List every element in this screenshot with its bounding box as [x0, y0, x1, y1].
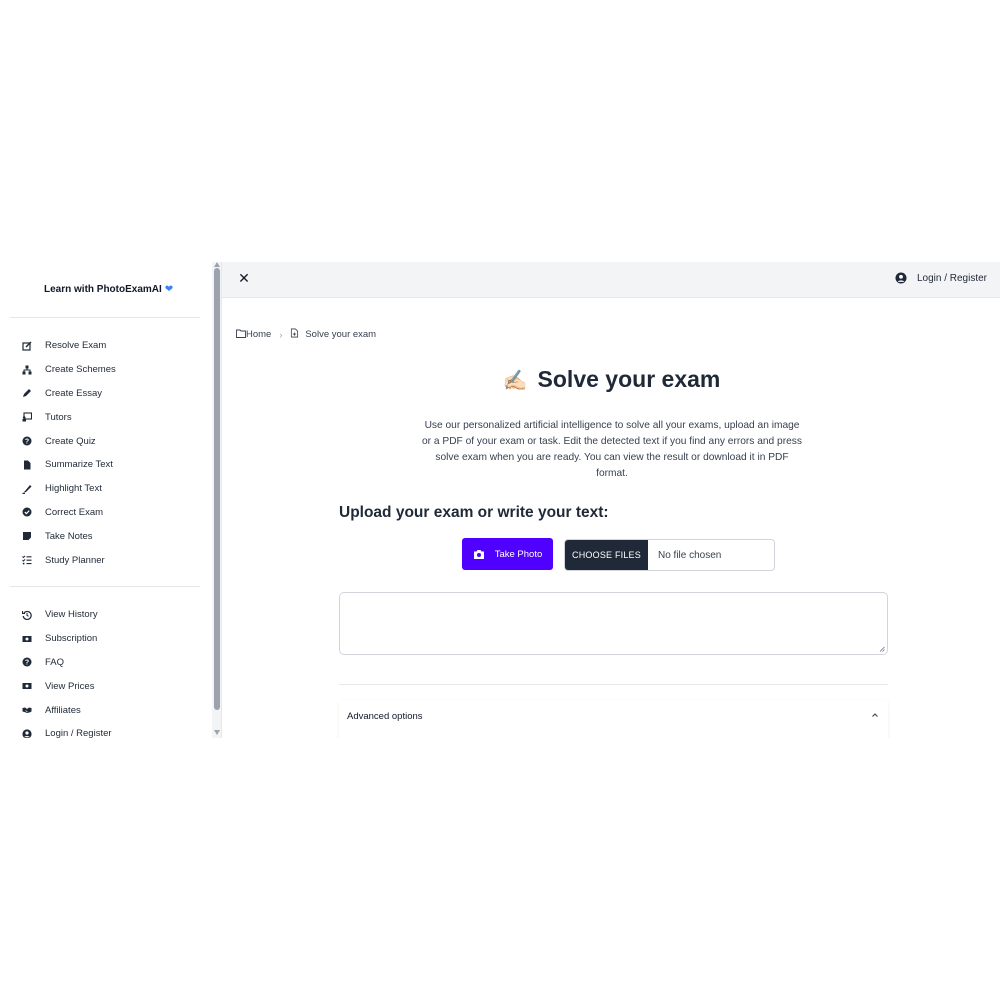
sidebar: Learn with PhotoExamAI ❤ Resolve Exam Cre…	[0, 262, 212, 738]
chevron-up-icon[interactable]	[870, 710, 880, 720]
user-circle-icon	[895, 272, 907, 284]
edit-icon	[21, 340, 33, 352]
sticky-note-icon	[21, 530, 33, 542]
sidebar-nav-secondary: View History Subscription ? FAQ View Pri…	[0, 603, 212, 738]
sidebar-item-view-prices[interactable]: View Prices	[0, 674, 212, 698]
sidebar-item-label: Resolve Exam	[45, 340, 107, 352]
writing-hand-icon: ✍🏻	[502, 370, 528, 392]
sidebar-scrollbar[interactable]	[212, 262, 221, 738]
breadcrumb-home[interactable]: Home	[246, 329, 271, 340]
sidebar-item-label: Create Quiz	[45, 435, 96, 447]
upload-section-title: Upload your exam or write your text:	[339, 504, 609, 521]
sitemap-icon	[21, 364, 33, 376]
sidebar-item-affiliates[interactable]: Affiliates	[0, 698, 212, 722]
brand-label: Learn with PhotoExamAI	[44, 284, 162, 295]
svg-text:?: ?	[25, 660, 29, 667]
page-description: Use our personalized artificial intellig…	[422, 420, 802, 479]
chevron-right-icon: ›	[279, 329, 283, 340]
sidebar-item-label: Highlight Text	[45, 483, 102, 495]
sidebar-item-summarize-text[interactable]: Summarize Text	[0, 453, 212, 477]
pencil-icon	[21, 387, 33, 399]
sidebar-item-tutors[interactable]: Tutors	[0, 405, 212, 429]
sidebar-item-label: Take Notes	[45, 530, 93, 542]
sidebar-item-faq[interactable]: ? FAQ	[0, 651, 212, 675]
file-status-text: No file chosen	[658, 549, 722, 561]
chalkboard-teacher-icon	[21, 411, 33, 423]
sidebar-item-label: Login / Register	[45, 728, 112, 738]
svg-text:?: ?	[25, 439, 29, 446]
breadcrumb-current: Solve your exam	[305, 329, 377, 340]
scroll-down-arrow-icon[interactable]	[213, 730, 220, 735]
sidebar-item-take-notes[interactable]: Take Notes	[0, 524, 212, 548]
sidebar-item-label: Tutors	[45, 411, 72, 423]
choose-files-button[interactable]: CHOOSE FILES	[565, 540, 648, 570]
sidebar-item-label: FAQ	[45, 656, 65, 668]
blue-heart-icon: ❤	[164, 284, 174, 295]
sidebar-item-highlight-text[interactable]: Highlight Text	[0, 477, 212, 501]
list-check-icon	[21, 554, 33, 566]
sidebar-item-create-quiz[interactable]: ? Create Quiz	[0, 429, 212, 453]
sidebar-item-subscription[interactable]: Subscription	[0, 627, 212, 651]
sidebar-item-label: Summarize Text	[45, 459, 113, 471]
sidebar-item-create-essay[interactable]: Create Essay	[0, 382, 212, 406]
page-title: ✍🏻 Solve your exam	[222, 366, 1000, 393]
sidebar-divider	[10, 317, 200, 318]
sidebar-item-label: Correct Exam	[45, 506, 104, 518]
sidebar-item-label: View History	[45, 609, 98, 621]
sidebar-nav-primary: Resolve Exam Create Schemes Create Essay…	[0, 334, 212, 572]
sidebar-item-label: Subscription	[45, 633, 98, 645]
login-register-button[interactable]: Login / Register	[895, 272, 987, 284]
page-title-text: Solve your exam	[537, 366, 721, 392]
sidebar-item-label: Create Schemes	[45, 364, 116, 376]
main-content: ✕ Login / Register Home › Solve your exa…	[221, 262, 1000, 738]
file-plus-icon	[290, 328, 299, 341]
brand-title: Learn with PhotoExamAI ❤	[44, 284, 173, 295]
sidebar-item-create-schemes[interactable]: Create Schemes	[0, 358, 212, 382]
breadcrumb: Home › Solve your exam	[236, 328, 376, 341]
check-circle-icon	[21, 506, 33, 518]
close-icon[interactable]: ✕	[236, 270, 252, 286]
top-bar: ✕ Login / Register	[222, 262, 1000, 298]
handshake-icon	[21, 704, 33, 716]
file-upload-input[interactable]: CHOOSE FILES No file chosen	[564, 539, 775, 571]
take-photo-button[interactable]: Take Photo	[462, 538, 553, 570]
take-photo-label: Take Photo	[494, 548, 543, 560]
file-icon	[21, 459, 33, 471]
sidebar-item-study-planner[interactable]: Study Planner	[0, 548, 212, 572]
money-bill-icon	[21, 633, 33, 645]
question-circle-icon: ?	[21, 656, 33, 668]
sidebar-item-label: Affiliates	[45, 704, 81, 716]
section-divider	[339, 684, 888, 685]
sidebar-item-view-history[interactable]: View History	[0, 603, 212, 627]
scroll-up-arrow-icon[interactable]	[213, 262, 220, 267]
sidebar-item-label: View Prices	[45, 680, 95, 692]
login-register-label: Login / Register	[916, 272, 987, 284]
resize-handle-icon[interactable]	[879, 646, 885, 652]
question-circle-icon: ?	[21, 435, 33, 447]
sidebar-item-correct-exam[interactable]: Correct Exam	[0, 501, 212, 525]
highlighter-icon	[21, 483, 33, 495]
advanced-options-accordion[interactable]: Advanced options	[339, 700, 888, 738]
sidebar-item-resolve-exam[interactable]: Resolve Exam	[0, 334, 212, 358]
scrollbar-thumb[interactable]	[213, 268, 220, 710]
sidebar-item-login-register[interactable]: Login / Register	[0, 722, 212, 738]
advanced-options-label: Advanced options	[347, 711, 423, 722]
money-bill-icon	[21, 680, 33, 692]
exam-text-area[interactable]	[339, 592, 888, 655]
app-window: Learn with PhotoExamAI ❤ Resolve Exam Cre…	[0, 262, 1000, 738]
sidebar-item-label: Study Planner	[45, 554, 105, 566]
sidebar-divider	[10, 586, 200, 587]
folder-icon	[236, 329, 246, 341]
history-icon	[21, 609, 33, 621]
camera-icon	[473, 549, 484, 559]
sidebar-item-label: Create Essay	[45, 387, 103, 399]
user-circle-icon	[21, 728, 33, 738]
